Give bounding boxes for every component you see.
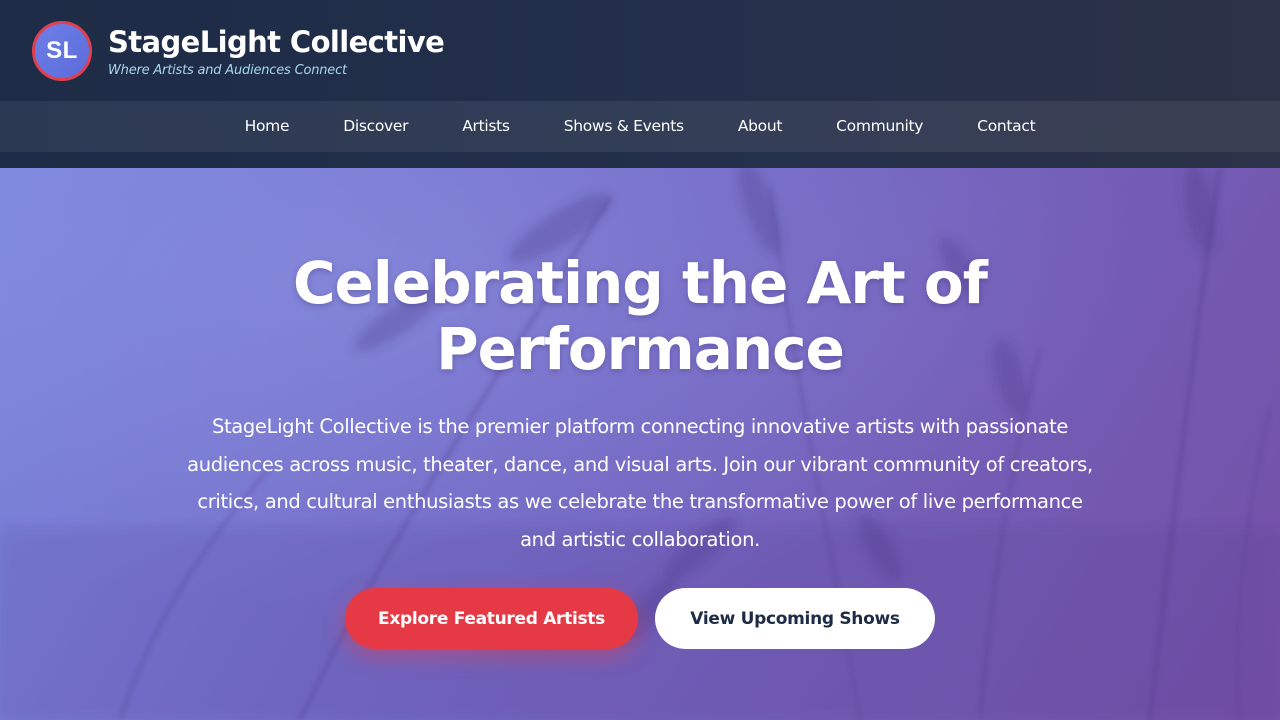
logo-initials: SL [46,37,78,64]
hero-content: Celebrating the Art of Performance Stage… [0,168,1280,720]
hero-title: Celebrating the Art of Performance [240,250,1040,382]
hero-section: Celebrating the Art of Performance Stage… [0,168,1280,720]
main-nav: Home Discover Artists Shows & Events Abo… [0,101,1280,152]
nav-item-discover[interactable]: Discover [316,101,435,152]
logo[interactable]: SL [32,21,92,81]
site-header: SL StageLight Collective Where Artists a… [0,0,1280,168]
brand[interactable]: SL StageLight Collective Where Artists a… [32,20,445,82]
hero-title-line1: Celebrating the Art of [292,249,988,317]
hero-actions: Explore Featured Artists View Upcoming S… [0,588,1280,649]
site-title[interactable]: StageLight Collective [108,24,445,60]
brand-text: StageLight Collective Where Artists and … [108,24,445,78]
nav-item-about[interactable]: About [711,101,809,152]
nav-item-contact[interactable]: Contact [950,101,1062,152]
hero-description: StageLight Collective is the premier pla… [187,415,1093,551]
nav-item-home[interactable]: Home [218,101,317,152]
nav-item-community[interactable]: Community [809,101,950,152]
hero-title-line2: Performance [436,315,845,383]
explore-featured-artists-button[interactable]: Explore Featured Artists [345,588,638,649]
nav-item-shows-events[interactable]: Shows & Events [537,101,711,152]
view-upcoming-shows-button[interactable]: View Upcoming Shows [655,588,935,649]
nav-item-artists[interactable]: Artists [435,101,537,152]
site-tagline: Where Artists and Audiences Connect [108,63,347,78]
